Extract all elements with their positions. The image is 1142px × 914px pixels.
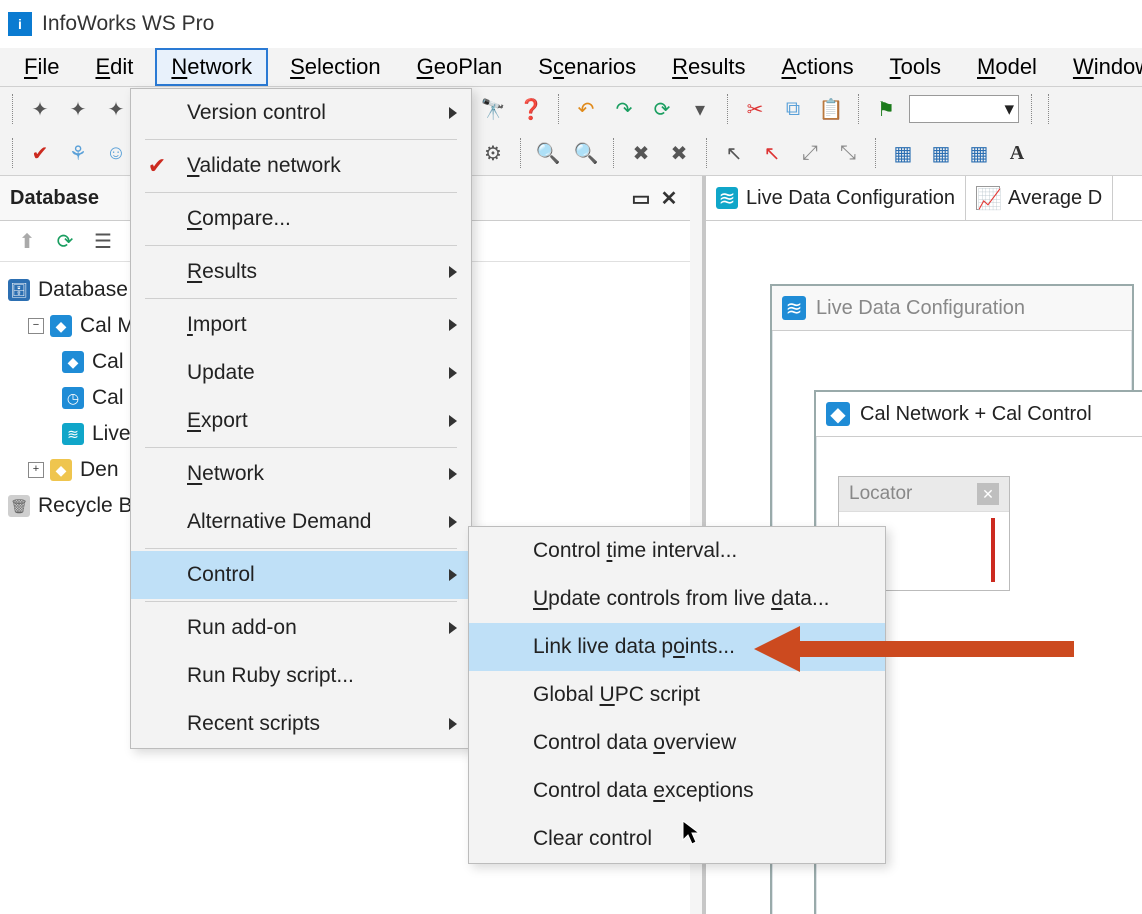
locator-line [991,518,995,582]
menu-compare[interactable]: Compare... [131,195,471,243]
tool-delete-icon[interactable]: ✖ [626,138,656,168]
close-icon[interactable]: ✕ [977,483,999,505]
tool-grid3-icon[interactable]: ▦ [964,138,994,168]
tool-pointer-icon[interactable]: ↖ [719,138,749,168]
menu-import[interactable]: Import [131,301,471,349]
tool-text-icon[interactable]: A [1002,138,1032,168]
menu-alternative-demand[interactable]: Alternative Demand [131,498,471,546]
mouse-cursor-icon [682,820,702,852]
menubar: File Edit Network Selection GeoPlan Scen… [0,48,1142,87]
submenu-control-time-interval[interactable]: Control time interval... [469,527,885,575]
db-list-icon[interactable]: ☰ [88,226,118,256]
menu-scenarios[interactable]: Scenarios [524,50,650,84]
tool-dropdown-icon[interactable]: ▾ [685,94,715,124]
submenu-clear-control[interactable]: Clear control [469,815,885,863]
menu-file[interactable]: File [10,50,73,84]
panel-close-icon[interactable]: ✕ [658,187,680,209]
bin-icon: 🗑 [8,495,30,517]
menu-results[interactable]: Results [131,248,471,296]
network-icon: ◆ [62,351,84,373]
control-submenu: Control time interval... Update controls… [468,526,886,864]
submenu-control-data-overview[interactable]: Control data overview [469,719,885,767]
collapse-icon[interactable]: − [28,318,44,334]
tool-user-icon[interactable]: ☺ [101,138,131,168]
tool-help-icon[interactable]: ❓ [516,94,546,124]
database-panel-title: Database [10,187,99,210]
tool-validate-icon[interactable]: ✔ [25,138,55,168]
tool-find-xy-icon[interactable]: 🔍 [571,138,601,168]
tool-new-doc-icon[interactable]: ✦ [101,94,131,124]
document-tabs: ≋ Live Data Configuration 📈 Average D [706,176,1142,221]
menu-network[interactable]: Network [155,48,268,86]
network-menu: Version control ✔ Validate network Compa… [130,88,472,749]
app-icon: i [8,12,32,36]
network-icon: ◆ [50,315,72,337]
network-icon: ◆ [826,402,850,426]
tool-redo-icon[interactable]: ↷ [609,94,639,124]
tool-undo-icon[interactable]: ↶ [571,94,601,124]
menu-window[interactable]: Window [1059,50,1142,84]
menu-run-ruby[interactable]: Run Ruby script... [131,652,471,700]
menu-recent-scripts[interactable]: Recent scripts [131,700,471,748]
chart-icon: 📈 [976,186,1000,210]
submenu-update-controls[interactable]: Update controls from live data... [469,575,885,623]
titlebar: i InfoWorks WS Pro [0,0,1142,48]
db-up-icon[interactable]: ⬆ [12,226,42,256]
menu-model[interactable]: Model [963,50,1051,84]
wifi-icon: ≋ [62,423,84,445]
menu-tools[interactable]: Tools [876,50,955,84]
clock-icon: ◷ [62,387,84,409]
tool-delete-all-icon[interactable]: ✖ [664,138,694,168]
submenu-control-data-exceptions[interactable]: Control data exceptions [469,767,885,815]
menu-edit[interactable]: Edit [81,50,147,84]
app-title: InfoWorks WS Pro [42,12,214,36]
locator-header[interactable]: Locator ✕ [839,477,1009,511]
tool-select-red-icon[interactable]: ↖ [757,138,787,168]
menu-version-control[interactable]: Version control [131,89,471,137]
menu-validate-network[interactable]: ✔ Validate network [131,142,471,190]
panel-maximize-icon[interactable]: ▭ [630,187,652,209]
window-header[interactable]: ◆ Cal Network + Cal Control [816,392,1142,437]
expand-icon[interactable]: + [28,462,44,478]
tool-gear1-icon[interactable]: ⚙ [478,138,508,168]
submenu-global-upc-script[interactable]: Global UPC script [469,671,885,719]
db-refresh-icon[interactable]: ⟳ [50,226,80,256]
menu-geoplan[interactable]: GeoPlan [403,50,517,84]
tool-flag-icon[interactable]: ⚑ [871,94,901,124]
tool-cut-icon[interactable]: ✂ [740,94,770,124]
tool-grid1-icon[interactable]: ▦ [888,138,918,168]
tool-new-folder-icon[interactable]: ✦ [63,94,93,124]
wifi-icon: ≋ [716,187,738,209]
tool-binoculars-icon[interactable]: 🔭 [478,94,508,124]
tool-select-a-icon[interactable]: ⤢ [795,138,825,168]
wifi-icon: ≋ [782,296,806,320]
window-header[interactable]: ≋ Live Data Configuration [772,286,1132,331]
menu-results[interactable]: Results [658,50,759,84]
tool-find-a-icon[interactable]: 🔍 [533,138,563,168]
tool-new-icon[interactable]: ✦ [25,94,55,124]
menu-control[interactable]: Control [131,551,471,599]
tool-select-b-icon[interactable]: ⤡ [833,138,863,168]
menu-actions[interactable]: Actions [767,50,867,84]
database-icon: 🗄 [8,279,30,301]
tool-refresh-icon[interactable]: ⟳ [647,94,677,124]
check-icon: ✔ [145,154,169,178]
menu-run-addon[interactable]: Run add-on [131,604,471,652]
tool-flag-combo[interactable]: ▾ [909,95,1019,123]
tool-grid2-icon[interactable]: ▦ [926,138,956,168]
menu-network-sub[interactable]: Network [131,450,471,498]
tab-live-data[interactable]: ≋ Live Data Configuration [706,176,966,220]
menu-selection[interactable]: Selection [276,50,395,84]
demand-icon: ◆ [50,459,72,481]
tool-copy-icon[interactable]: ⧉ [778,94,808,124]
workspace: Database ▭ ✕ ⬆ ⟳ ☰ 🗄 Database − ◆ Cal Mo… [0,176,1142,914]
tool-paste-icon[interactable]: 📋 [816,94,846,124]
menu-export[interactable]: Export [131,397,471,445]
tool-users-icon[interactable]: ⚘ [63,138,93,168]
annotation-arrow-icon [754,626,1084,672]
menu-update[interactable]: Update [131,349,471,397]
tab-average[interactable]: 📈 Average D [966,176,1113,220]
